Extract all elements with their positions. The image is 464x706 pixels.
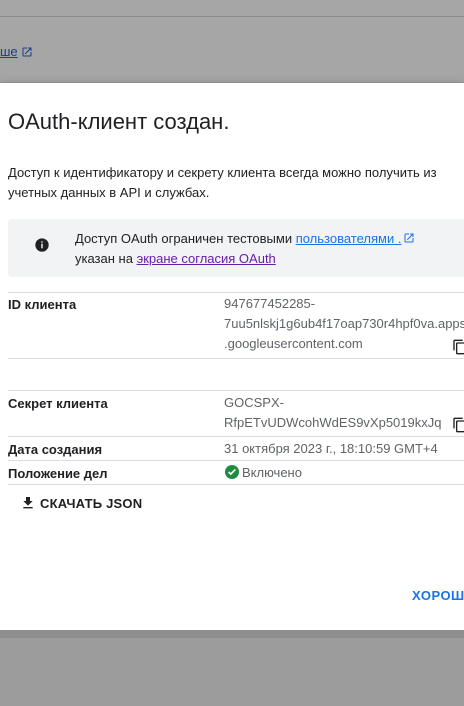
- dialog-description: Доступ к идентификатору и секрету клиент…: [8, 165, 437, 200]
- copy-client-id-icon[interactable]: [452, 339, 464, 355]
- external-link-icon[interactable]: [403, 232, 415, 244]
- consent-screen-link[interactable]: экране согласия OAuth: [137, 251, 276, 266]
- test-users-link[interactable]: пользователями .: [296, 231, 402, 246]
- client-secret-line-2: RfpETvUDWcohWdES9vXp5019kxJq: [224, 415, 442, 430]
- divider: [8, 358, 464, 359]
- oauth-client-created-dialog: OAuth-клиент создан. Доступ к идентифика…: [0, 83, 464, 630]
- divider: [8, 460, 464, 461]
- notice-text: Доступ OAuth ограничен тестовыми пользов…: [75, 229, 464, 269]
- status-value: Включено: [225, 463, 302, 483]
- background-divider: [0, 16, 464, 17]
- download-json-label: СКАЧАТЬ JSON: [40, 495, 143, 511]
- background-page: ше: [0, 0, 464, 82]
- ok-button[interactable]: ХОРОШО: [412, 588, 464, 603]
- creation-date-value: 31 октября 2023 г., 18:10:59 GMT+4: [224, 441, 438, 456]
- background-page-bottom: [0, 630, 464, 706]
- client-secret-label: Секрет клиента: [8, 396, 108, 411]
- background-shadow: [0, 630, 464, 638]
- notice-text-middle: указан на: [75, 251, 137, 266]
- creation-date-label: Дата создания: [8, 442, 103, 457]
- copy-client-secret-icon[interactable]: [452, 417, 464, 433]
- check-circle-icon: [225, 465, 239, 479]
- divider: [8, 292, 464, 293]
- status-label: Положение дел: [8, 466, 108, 481]
- divider: [8, 436, 464, 437]
- divider: [8, 390, 464, 391]
- background-link-text: ше: [0, 44, 18, 59]
- divider: [8, 484, 464, 485]
- client-id-label: ID клиента: [8, 297, 77, 312]
- background-link: ше: [0, 44, 33, 59]
- download-icon: [23, 497, 33, 509]
- status-text: Включено: [242, 465, 302, 480]
- client-id-line-1: 947677452285-: [224, 296, 316, 311]
- notice-text-before: Доступ OAuth ограничен тестовыми: [75, 231, 296, 246]
- info-icon: [35, 238, 49, 252]
- test-users-notice: Доступ OAuth ограничен тестовыми пользов…: [8, 219, 464, 277]
- client-id-line-2: 7uu5nlskj1g6ub4f17oap730r4hpf0va.apps: [224, 316, 464, 331]
- client-secret-line-1: GOCSPX-: [224, 395, 284, 410]
- dialog-title: OAuth-клиент создан.: [8, 109, 230, 134]
- external-link-icon: [22, 47, 32, 56]
- client-id-line-3: .googleusercontent.com: [224, 336, 363, 351]
- download-json-button[interactable]: СКАЧАТЬ JSON: [20, 492, 142, 514]
